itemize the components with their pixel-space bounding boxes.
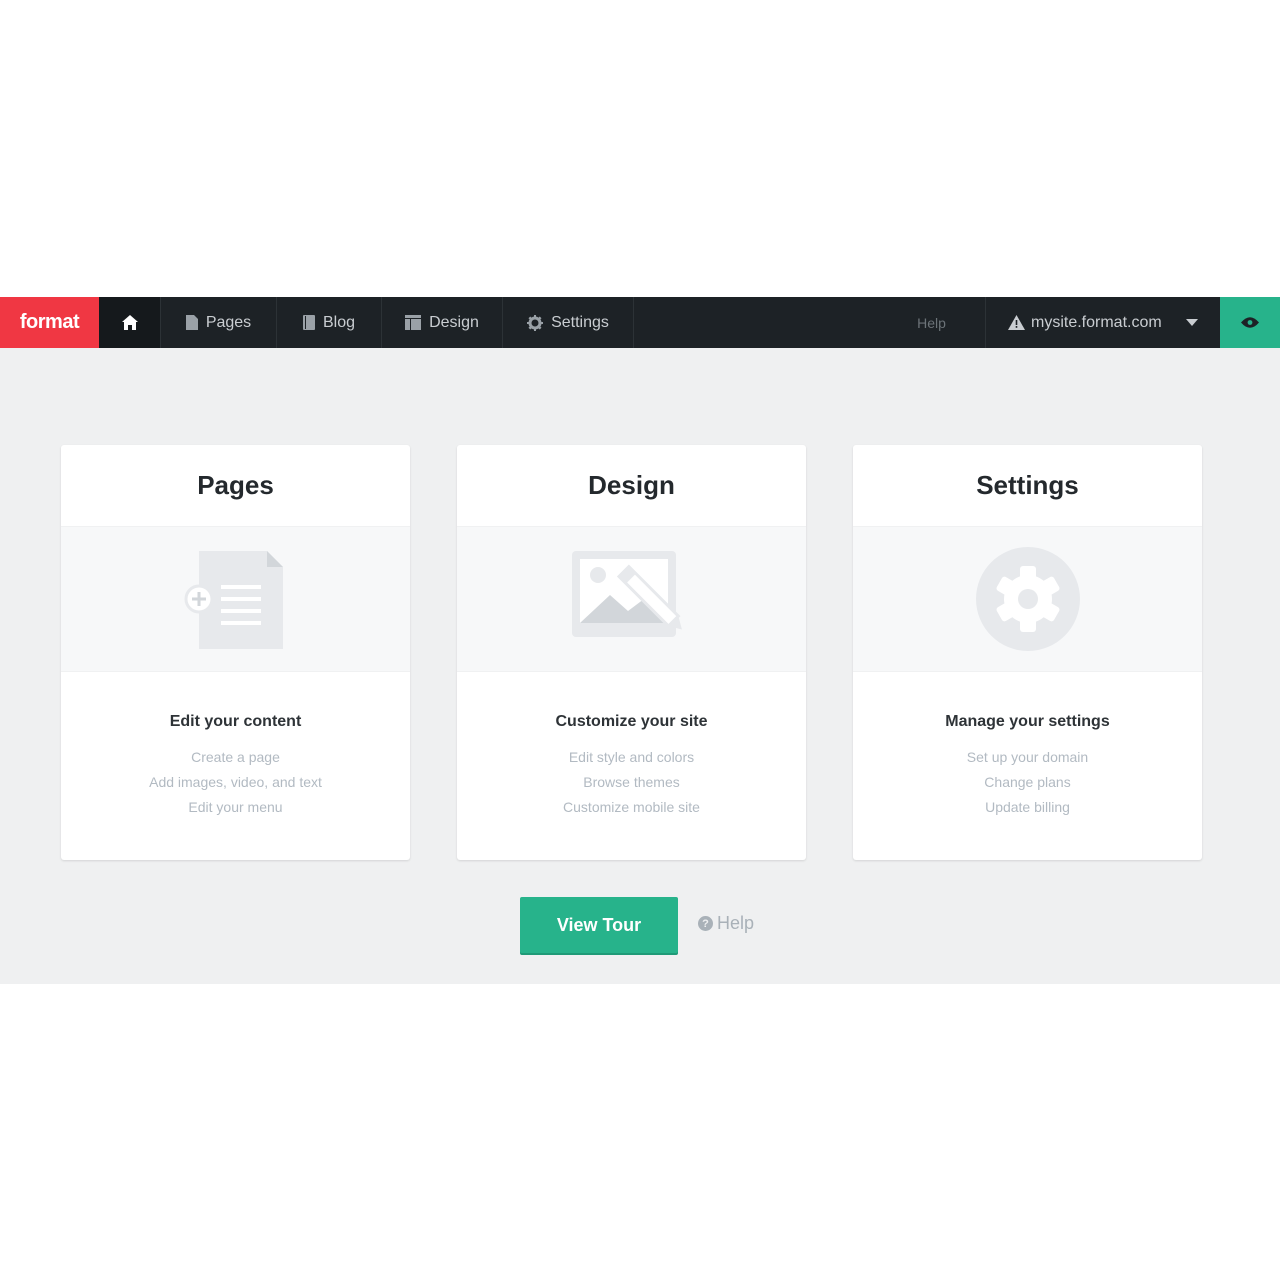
book-icon <box>302 315 315 330</box>
edit-menu-link[interactable]: Edit your menu <box>61 795 410 820</box>
nav-home-button[interactable] <box>99 297 161 348</box>
nav-item-settings[interactable]: Settings <box>503 297 634 348</box>
nav-item-label: Pages <box>205 313 252 331</box>
setup-domain-link[interactable]: Set up your domain <box>853 745 1202 770</box>
image-edit-icon <box>571 551 682 637</box>
card-illustration <box>61 526 410 672</box>
card-body: Edit your content Create a page Add imag… <box>61 672 410 820</box>
add-page-icon <box>184 551 283 649</box>
help-bottom-link[interactable]: ? Help <box>698 913 754 934</box>
add-media-link[interactable]: Add images, video, and text <box>61 770 410 795</box>
help-bottom-label: Help <box>717 913 755 933</box>
site-selector[interactable]: mysite.format.com <box>986 297 1220 348</box>
gear-icon <box>527 314 544 331</box>
chevron-down-icon <box>1186 319 1198 326</box>
update-billing-link[interactable]: Update billing <box>853 795 1202 820</box>
site-name: mysite.format.com <box>1031 313 1162 331</box>
card-subtitle: Customize your site <box>555 713 708 730</box>
preview-site-button[interactable] <box>1220 297 1280 348</box>
change-plans-link[interactable]: Change plans <box>853 770 1202 795</box>
card-title: Settings <box>976 470 1079 500</box>
nav-item-blog[interactable]: Blog <box>277 297 382 348</box>
nav-item-pages[interactable]: Pages <box>161 297 277 348</box>
top-nav-bar: format Pages Blog Design Settings Help m… <box>0 297 1280 348</box>
format-logo[interactable]: format <box>0 297 99 348</box>
layout-icon <box>405 315 422 330</box>
home-icon <box>121 315 138 330</box>
pages-card[interactable]: Pages Edit your content Create a page Ad… <box>61 445 410 860</box>
edit-style-link[interactable]: Edit style and colors <box>457 745 806 770</box>
customize-mobile-link[interactable]: Customize mobile site <box>457 795 806 820</box>
settings-gear-icon <box>975 547 1080 651</box>
card-illustration <box>457 526 806 672</box>
design-card[interactable]: Design Customize your site Edit style an… <box>457 445 806 860</box>
page-icon <box>185 315 198 330</box>
nav-item-design[interactable]: Design <box>382 297 503 348</box>
help-link[interactable]: Help <box>878 297 986 348</box>
card-body: Customize your site Edit style and color… <box>457 672 806 820</box>
card-subtitle: Edit your content <box>169 713 302 730</box>
card-illustration <box>853 526 1202 672</box>
view-tour-button[interactable]: View Tour <box>520 897 678 953</box>
eye-icon <box>1241 317 1259 328</box>
nav-item-label: Design <box>429 313 479 331</box>
card-title: Pages <box>197 470 274 500</box>
nav-item-label: Settings <box>551 313 609 331</box>
dashboard: format Pages Blog Design Settings Help m… <box>0 297 1280 984</box>
warning-icon <box>1008 315 1025 330</box>
nav-item-label: Blog <box>322 313 356 331</box>
create-page-link[interactable]: Create a page <box>61 745 410 770</box>
card-subtitle: Manage your settings <box>945 713 1110 730</box>
browse-themes-link[interactable]: Browse themes <box>457 770 806 795</box>
settings-card[interactable]: Settings Manage your settings Set up you… <box>853 445 1202 860</box>
card-title: Design <box>588 470 675 500</box>
question-circle-icon: ? <box>698 916 713 931</box>
card-body: Manage your settings Set up your domain … <box>853 672 1202 820</box>
